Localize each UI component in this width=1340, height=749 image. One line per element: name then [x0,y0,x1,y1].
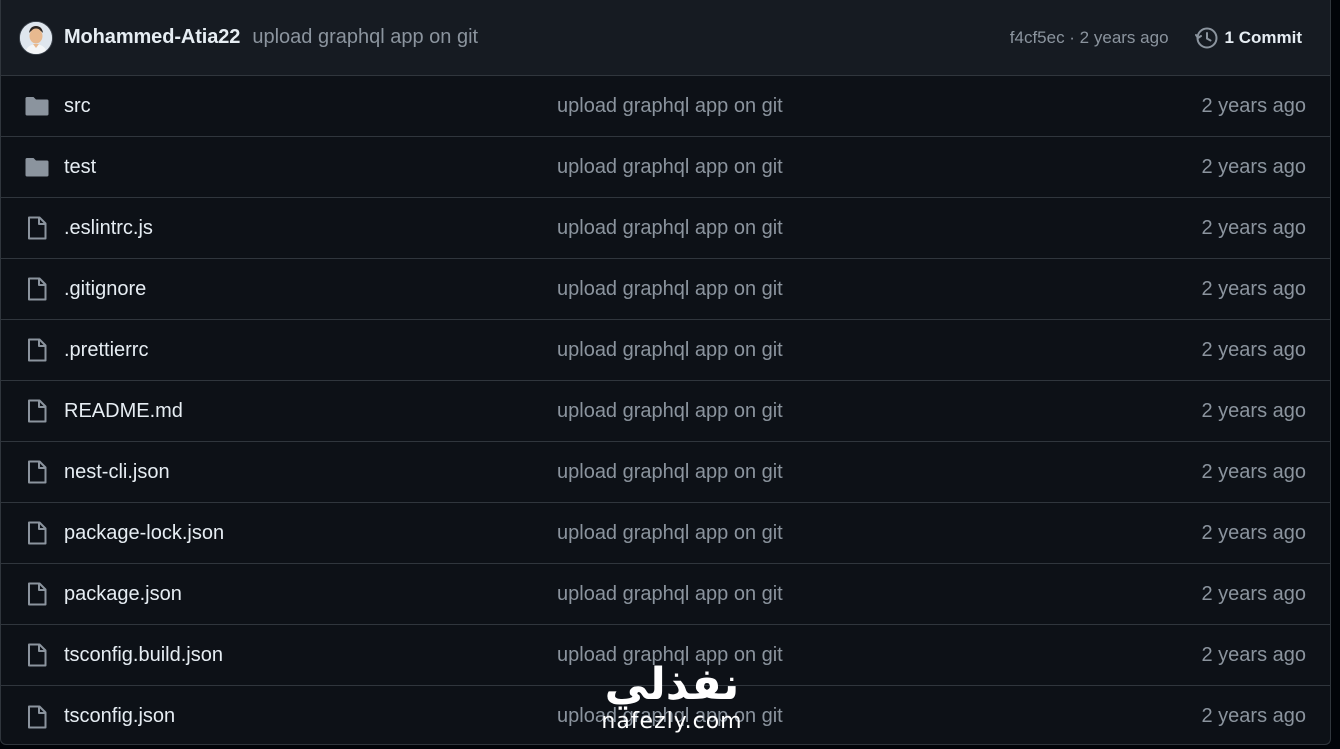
folder-name-link[interactable]: src [64,95,91,118]
file-icon [24,459,50,485]
file-commit-date: 2 years ago [1201,216,1306,239]
file-name-link[interactable]: package-lock.json [64,522,224,545]
latest-commit-bar: Mohammed-Atia22 upload graphql app on gi… [1,0,1330,76]
file-commit-message-link[interactable]: upload graphql app on git [557,644,783,667]
file-commit-message-link[interactable]: upload graphql app on git [557,217,783,240]
file-commit-message-link[interactable]: upload graphql app on git [557,278,783,301]
file-name-link[interactable]: .gitignore [64,278,146,301]
commit-meta: f4cf5ec · 2 years ago 1 Commit [1010,0,1302,76]
file-commit-message-link[interactable]: upload graphql app on git [557,339,783,362]
file-commit-message-link[interactable]: upload graphql app on git [557,522,783,545]
file-name-link[interactable]: tsconfig.json [64,705,175,728]
file-commit-message-link[interactable]: upload graphql app on git [557,705,783,728]
file-commit-message-link[interactable]: upload graphql app on git [557,400,783,423]
file-commit-message-link[interactable]: upload graphql app on git [557,95,783,118]
file-commit-message-link[interactable]: upload graphql app on git [557,583,783,606]
avatar[interactable] [19,20,53,55]
file-name-link[interactable]: .prettierrc [64,339,148,362]
commit-author-link[interactable]: Mohammed-Atia22 [64,26,240,49]
file-commit-message-link[interactable]: upload graphql app on git [557,461,783,484]
file-icon [24,704,50,730]
history-icon [1194,27,1218,49]
file-icon [24,276,50,302]
file-row[interactable]: tsconfig.build.json upload graphql app on… [1,625,1330,686]
file-commit-date: 2 years ago [1201,460,1306,483]
file-name-link[interactable]: tsconfig.build.json [64,644,223,667]
file-commit-date: 2 years ago [1201,582,1306,605]
file-commit-date: 2 years ago [1201,338,1306,361]
file-commit-date: 2 years ago [1201,705,1306,727]
file-commit-date: 2 years ago [1201,155,1306,178]
file-row[interactable]: nest-cli.json upload graphql app on git 2 … [1,442,1330,503]
commit-count-label: 1 Commit [1224,28,1302,47]
file-row[interactable]: README.md upload graphql app on git 2 year… [1,381,1330,442]
folder-icon [24,93,50,119]
file-row[interactable]: test upload graphql app on git 2 years ago [1,137,1330,198]
file-commit-date: 2 years ago [1201,399,1306,422]
commit-sha-link[interactable]: f4cf5ec · 2 years ago [1010,28,1169,48]
file-icon [24,337,50,363]
file-row[interactable]: .gitignore upload graphql app on git 2 yea… [1,259,1330,320]
file-icon [24,581,50,607]
file-row[interactable]: src upload graphql app on git 2 years ago [1,76,1330,137]
commit-history-button[interactable]: 1 Commit [1194,26,1302,50]
file-commit-date: 2 years ago [1201,643,1306,666]
file-row[interactable]: .eslintrc.js upload graphql app on git 2 y… [1,198,1330,259]
latest-commit-message-link[interactable]: upload graphql app on git [252,26,478,49]
folder-icon [24,154,50,180]
file-name-link[interactable]: package.json [64,583,182,606]
file-icon [24,520,50,546]
file-row[interactable]: package-lock.json upload graphql app on g… [1,503,1330,564]
folder-name-link[interactable]: test [64,156,96,179]
file-commit-message-link[interactable]: upload graphql app on git [557,156,783,179]
file-icon [24,642,50,668]
file-name-link[interactable]: README.md [64,400,183,423]
file-name-link[interactable]: .eslintrc.js [64,217,153,240]
file-browser: Mohammed-Atia22 upload graphql app on gi… [0,0,1331,745]
file-list: src upload graphql app on git 2 years ago t… [1,76,1330,744]
file-row[interactable]: tsconfig.json upload graphql app on git 2 … [1,686,1330,744]
file-commit-date: 2 years ago [1201,521,1306,544]
file-row[interactable]: .prettierrc upload graphql app on git 2 ye… [1,320,1330,381]
file-name-link[interactable]: nest-cli.json [64,461,170,484]
file-icon [24,215,50,241]
file-commit-date: 2 years ago [1201,94,1306,117]
file-icon [24,398,50,424]
file-commit-date: 2 years ago [1201,277,1306,300]
file-row[interactable]: package.json upload graphql app on git 2 y… [1,564,1330,625]
